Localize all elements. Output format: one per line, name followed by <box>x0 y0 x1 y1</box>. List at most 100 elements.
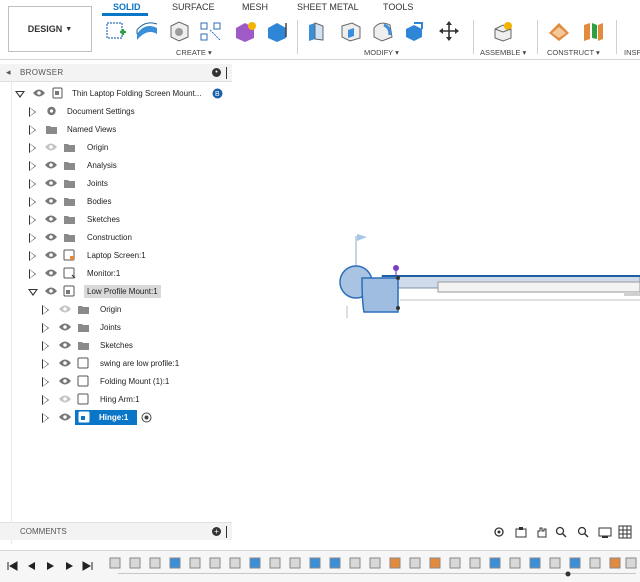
tab-sheet-metal[interactable]: SHEET METAL <box>297 1 359 13</box>
radio-icon[interactable] <box>141 412 152 423</box>
collapse-arrow-icon[interactable]: ◂ <box>6 67 11 78</box>
move-icon[interactable] <box>436 20 462 42</box>
user-badge-icon[interactable]: B <box>212 88 223 99</box>
collapse-arrow-icon[interactable] <box>15 91 25 98</box>
step-forward-icon[interactable] <box>63 560 75 572</box>
construct-group-label[interactable]: CONSTRUCT ▾ <box>547 48 600 57</box>
tree-item-sketches-nested[interactable]: Sketches <box>0 338 232 354</box>
offset-plane-icon[interactable] <box>546 20 572 42</box>
tree-item-monitor[interactable]: Monitor:1 <box>0 266 232 282</box>
expand-arrow-icon[interactable] <box>29 143 36 153</box>
tab-solid[interactable]: SOLID <box>113 1 141 13</box>
expand-arrow-icon[interactable] <box>29 197 36 207</box>
form-icon[interactable] <box>232 20 258 42</box>
inspect-group-label[interactable]: INSP <box>624 48 640 57</box>
collapse-arrow-icon[interactable] <box>28 289 38 296</box>
chamfer-icon[interactable] <box>370 20 396 42</box>
play-icon[interactable] <box>44 560 56 572</box>
tree-item-analysis[interactable]: Analysis <box>0 158 232 174</box>
eye-icon[interactable] <box>59 323 71 331</box>
timeline-features[interactable] <box>108 557 638 577</box>
expand-arrow-icon[interactable] <box>42 341 49 351</box>
box-icon[interactable] <box>166 20 192 42</box>
tree-root[interactable]: Thin Laptop Folding Screen Mount... B <box>0 86 232 102</box>
pattern-icon[interactable] <box>198 20 224 42</box>
expand-arrow-icon[interactable] <box>42 305 49 315</box>
tree-item-construction[interactable]: Construction <box>0 230 232 246</box>
expand-arrow-icon[interactable] <box>29 251 36 261</box>
expand-arrow-icon[interactable] <box>29 215 36 225</box>
eye-icon[interactable] <box>45 233 57 241</box>
tree-item-hinge[interactable]: Hinge:1 <box>0 410 232 426</box>
tree-item-low-profile-mount[interactable]: Low Profile Mount:1 <box>0 284 232 300</box>
comments-header[interactable]: COMMENTS + <box>0 522 232 540</box>
model-viewport[interactable] <box>232 60 640 544</box>
eye-hidden-icon[interactable] <box>59 395 71 403</box>
expand-arrow-icon[interactable] <box>42 323 49 333</box>
pan-hand-icon[interactable] <box>534 525 548 539</box>
panel-pin-icon[interactable] <box>226 67 227 79</box>
midplane-icon[interactable] <box>580 20 606 42</box>
skip-to-end-icon[interactable] <box>82 560 94 572</box>
new-component-icon[interactable] <box>490 20 516 42</box>
modify-group-label[interactable]: MODIFY ▾ <box>364 48 399 57</box>
eye-icon[interactable] <box>59 377 71 385</box>
tree-item-origin[interactable]: Origin <box>0 140 232 156</box>
tree-item-joints[interactable]: Joints <box>0 176 232 192</box>
tree-item-swing-arm[interactable]: swing are low profile:1 <box>0 356 232 372</box>
tree-item-hing-arm[interactable]: Hing Arm:1 <box>0 392 232 408</box>
skip-to-start-icon[interactable] <box>6 560 18 572</box>
tree-item-document-settings[interactable]: Document Settings <box>0 104 232 120</box>
tree-item-laptop-screen[interactable]: Laptop Screen:1 <box>0 248 232 264</box>
eye-icon[interactable] <box>33 89 45 97</box>
expand-arrow-icon[interactable] <box>42 413 49 423</box>
expand-arrow-icon[interactable] <box>29 107 36 117</box>
display-settings-icon[interactable] <box>598 525 612 539</box>
extrude-icon[interactable] <box>134 20 160 42</box>
eye-icon[interactable] <box>59 413 71 421</box>
eye-icon[interactable] <box>45 287 57 295</box>
expand-arrow-icon[interactable] <box>42 359 49 369</box>
expand-arrow-icon[interactable] <box>42 395 49 405</box>
tab-surface[interactable]: SURFACE <box>172 1 215 13</box>
zoom-icon[interactable] <box>554 525 568 539</box>
orbit-icon[interactable] <box>492 525 506 539</box>
grid-icon[interactable] <box>618 525 632 539</box>
tree-item-named-views[interactable]: Named Views <box>0 122 232 138</box>
tree-item-sketches[interactable]: Sketches <box>0 212 232 228</box>
eye-icon[interactable] <box>45 179 57 187</box>
assemble-group-label[interactable]: ASSEMBLE ▾ <box>480 48 526 57</box>
tree-item-bodies[interactable]: Bodies <box>0 194 232 210</box>
expand-arrow-icon[interactable] <box>29 161 36 171</box>
expand-arrow-icon[interactable] <box>29 269 36 279</box>
eye-icon[interactable] <box>45 197 57 205</box>
create-sketch-icon[interactable] <box>104 20 130 42</box>
browser-header[interactable]: ◂ BROWSER • <box>0 64 232 82</box>
eye-icon[interactable] <box>45 269 57 277</box>
viewport-canvas[interactable] <box>232 60 640 544</box>
look-at-icon[interactable] <box>514 525 528 539</box>
combine-icon[interactable] <box>402 20 428 42</box>
eye-icon[interactable] <box>45 215 57 223</box>
tree-item-folding-mount[interactable]: Folding Mount (1):1 <box>0 374 232 390</box>
insert-mesh-icon[interactable] <box>264 20 290 42</box>
eye-icon[interactable] <box>59 341 71 349</box>
create-group-label[interactable]: CREATE ▾ <box>176 48 212 57</box>
eye-icon[interactable] <box>59 359 71 367</box>
tree-item-origin-nested[interactable]: Origin <box>0 302 232 318</box>
eye-icon[interactable] <box>45 161 57 169</box>
zoom-window-icon[interactable] <box>576 525 590 539</box>
tab-mesh[interactable]: MESH <box>242 1 268 13</box>
add-comment-icon[interactable]: + <box>212 527 221 536</box>
expand-arrow-icon[interactable] <box>42 377 49 387</box>
eye-hidden-icon[interactable] <box>45 143 57 151</box>
step-back-icon[interactable] <box>25 560 37 572</box>
fillet-icon[interactable] <box>338 20 364 42</box>
expand-arrow-icon[interactable] <box>29 233 36 243</box>
workspace-switcher[interactable]: DESIGN ▼ <box>8 6 92 52</box>
tree-item-joints-nested[interactable]: Joints <box>0 320 232 336</box>
press-pull-icon[interactable] <box>304 20 330 42</box>
expand-arrow-icon[interactable] <box>29 179 36 189</box>
panel-pin-icon[interactable] <box>226 526 227 538</box>
tab-tools[interactable]: TOOLS <box>383 1 413 13</box>
